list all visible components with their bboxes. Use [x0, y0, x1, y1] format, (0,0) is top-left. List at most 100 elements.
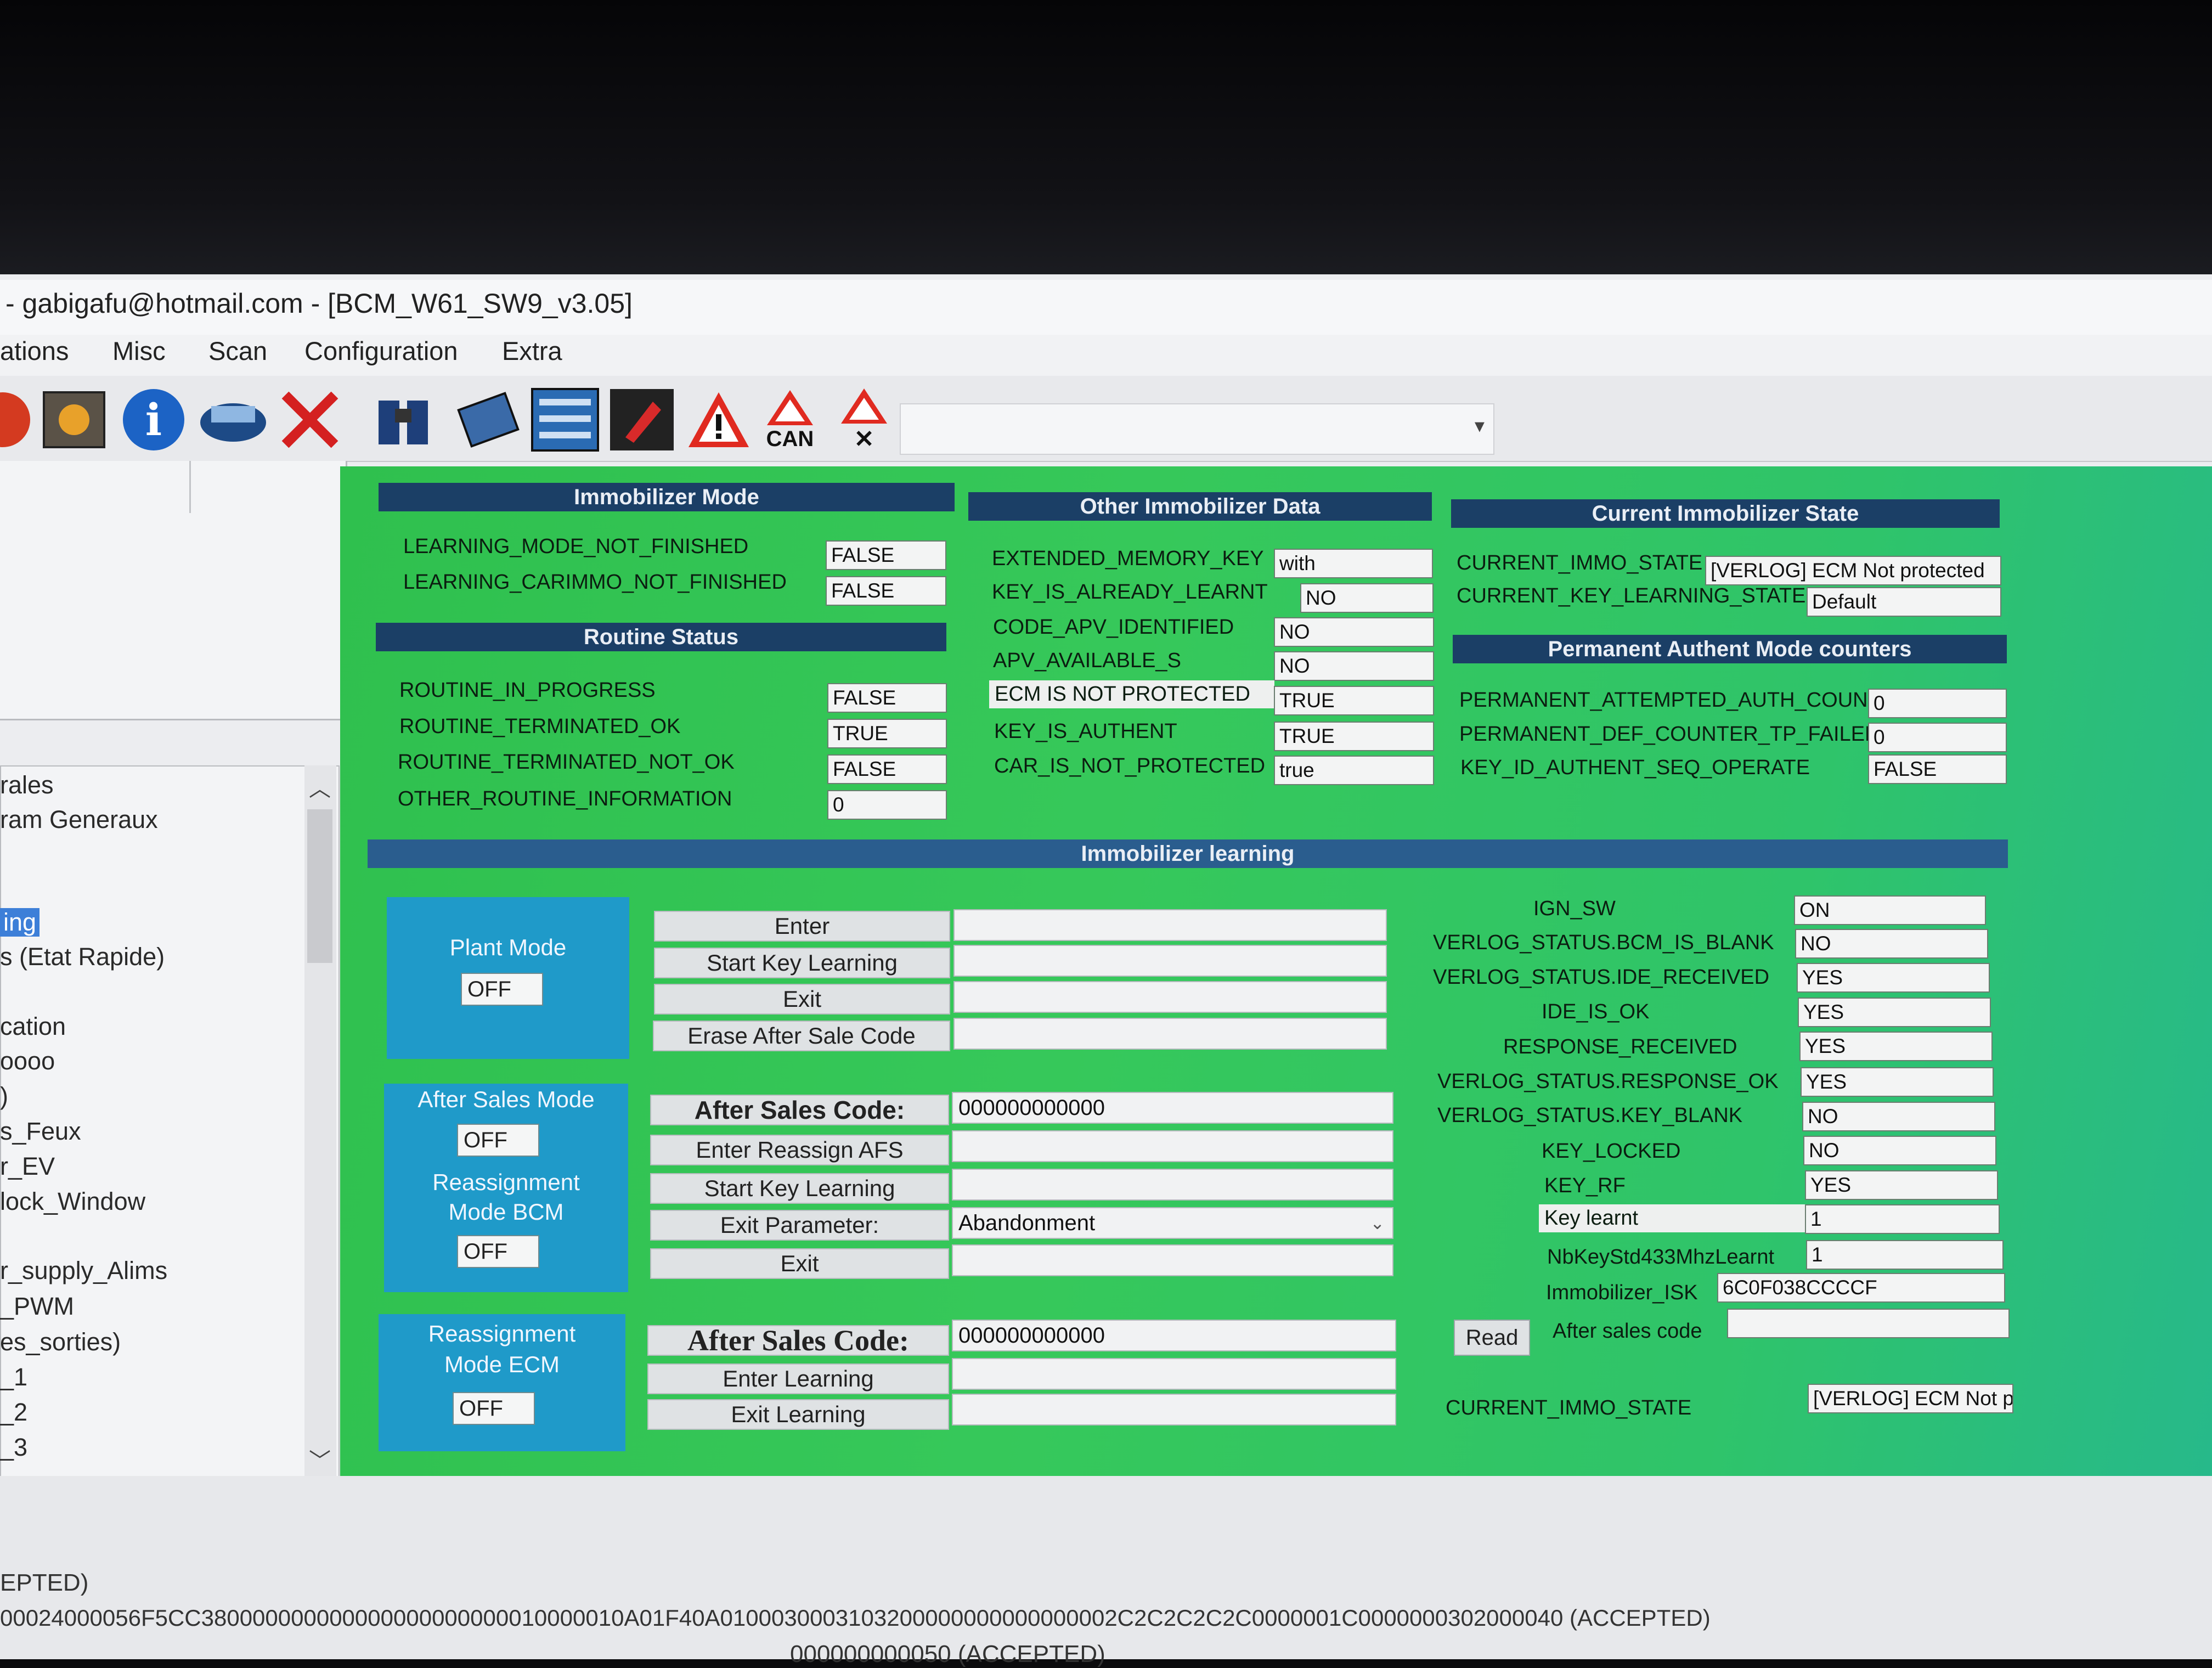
- current-immo-state-value: [VERLOG] ECM Not protected: [1705, 556, 2001, 585]
- plant-field-1: [953, 909, 1387, 941]
- exit-parameter-label: Exit Parameter:: [650, 1210, 949, 1241]
- sidebar-item[interactable]: oooo: [0, 1047, 55, 1075]
- menu-operations[interactable]: ations: [0, 336, 69, 366]
- menu-configuration[interactable]: Configuration: [304, 336, 458, 366]
- sidebar-item[interactable]: cation: [0, 1012, 66, 1041]
- other-immobilizer-header: Other Immobilizer Data: [968, 492, 1432, 521]
- menu-misc[interactable]: Misc: [112, 336, 166, 366]
- after-sales-mode-box: After Sales Mode OFF Reassignment Mode B…: [384, 1084, 628, 1292]
- enter-reassign-afs-button[interactable]: Enter Reassign AFS: [650, 1135, 949, 1165]
- key-locked-value: NO: [1803, 1136, 1996, 1165]
- binoculars-icon[interactable]: [368, 384, 439, 455]
- toolbar-combobox[interactable]: ▾: [900, 403, 1494, 455]
- sidebar-item[interactable]: r_EV: [0, 1152, 55, 1181]
- warning-icon[interactable]: [683, 384, 754, 455]
- sidebar-item[interactable]: s (Etat Rapide): [0, 943, 165, 971]
- monitor-bezel: [0, 0, 2212, 285]
- sidebar-item[interactable]: _1: [0, 1363, 27, 1391]
- permanent-attempted-auth-value: 0: [1868, 689, 2007, 718]
- erase-after-sale-code-button[interactable]: Erase After Sale Code: [653, 1021, 950, 1051]
- key-id-authent-label: KEY_ID_AUTHENT_SEQ_OPERATE: [1460, 756, 1810, 779]
- sidebar-item[interactable]: _2: [0, 1398, 27, 1427]
- routine-terminated-not-ok-value: FALSE: [827, 754, 947, 784]
- after-sales-code-read-label: After sales code: [1553, 1320, 1702, 1343]
- ecm-after-sales-code-input[interactable]: 000000000000: [952, 1320, 1396, 1351]
- menu-scan[interactable]: Scan: [208, 336, 267, 366]
- sidebar-item[interactable]: r_supply_Alims: [0, 1256, 167, 1285]
- enter-learning-button[interactable]: Enter Learning: [647, 1363, 949, 1394]
- ide-received-label: VERLOG_STATUS.IDE_RECEIVED: [1433, 966, 1770, 989]
- current-immo-state-bottom-label: CURRENT_IMMO_STATE: [1446, 1396, 1692, 1419]
- car-not-protected-value: true: [1274, 756, 1434, 785]
- immobilizer-isk-value: 6C0F038CCCCF: [1717, 1273, 2005, 1303]
- log-line: 000000000050 (ACCEPTED): [790, 1641, 1105, 1667]
- reassignment-ecm-title: Reassignment Mode ECM: [428, 1321, 576, 1377]
- scroll-up-icon[interactable]: ︿: [309, 771, 331, 803]
- bcm-is-blank-label: VERLOG_STATUS.BCM_IS_BLANK: [1433, 931, 1774, 954]
- afs-field-3: [952, 1169, 1393, 1201]
- afs-exit-button[interactable]: Exit: [650, 1248, 949, 1279]
- current-immo-state-bottom-value: [VERLOG] ECM Not pr: [1808, 1384, 2013, 1413]
- afs-field-2: [952, 1130, 1393, 1162]
- start-key-learning-button[interactable]: Start Key Learning: [654, 948, 950, 978]
- current-key-learning-value: Default: [1807, 587, 2001, 617]
- reassignment-bcm-state[interactable]: OFF: [457, 1235, 539, 1268]
- response-received-label: RESPONSE_RECEIVED: [1503, 1035, 1737, 1058]
- ecm-field-2: [952, 1358, 1396, 1390]
- plant-field-3: [953, 981, 1387, 1013]
- after-sales-code-input[interactable]: 000000000000: [952, 1092, 1393, 1124]
- log-panel: [0, 1476, 2212, 1659]
- sidebar-item[interactable]: ram Generaux: [0, 805, 158, 834]
- after-sales-mode-state[interactable]: OFF: [457, 1124, 539, 1157]
- sidebar-scroll-thumb[interactable]: [307, 809, 332, 963]
- sidebar-item[interactable]: _PWM: [0, 1292, 74, 1321]
- key-learnt-value: 1: [1805, 1204, 2000, 1234]
- stop-icon[interactable]: [0, 384, 38, 455]
- sidebar-item-selected[interactable]: ing: [0, 908, 40, 937]
- key-is-authent-label: KEY_IS_AUTHENT: [994, 720, 1177, 743]
- apv-available-value: NO: [1274, 651, 1434, 681]
- flash-icon[interactable]: [606, 384, 678, 455]
- exit-learning-button[interactable]: Exit Learning: [647, 1399, 949, 1430]
- sidebar-item[interactable]: ): [0, 1082, 8, 1111]
- exit-parameter-select[interactable]: Abandonment ⌄: [952, 1207, 1393, 1239]
- menu-extra[interactable]: Extra: [502, 336, 562, 366]
- code-apv-identified-label: CODE_APV_IDENTIFIED: [993, 616, 1234, 639]
- afs-field-5: [952, 1244, 1393, 1276]
- sidebar-item[interactable]: rales: [0, 771, 54, 799]
- sidebar-item[interactable]: _3: [0, 1433, 27, 1462]
- plant-mode-state[interactable]: OFF: [461, 973, 543, 1006]
- car-not-protected-label: CAR_IS_NOT_PROTECTED: [994, 754, 1266, 777]
- ecm-after-sales-code-label: After Sales Code:: [647, 1324, 949, 1357]
- window-title: - gabigafu@hotmail.com - [BCM_W61_SW9_v3…: [5, 288, 633, 319]
- chip-icon[interactable]: [453, 384, 524, 455]
- ecu-icon[interactable]: [529, 384, 601, 455]
- sidebar-item[interactable]: es_sorties): [0, 1328, 121, 1356]
- exit-button[interactable]: Exit: [654, 984, 950, 1015]
- sidebar-item[interactable]: lock_Window: [0, 1187, 145, 1216]
- immobilizer-isk-label: Immobilizer_ISK: [1546, 1281, 1698, 1304]
- enter-button[interactable]: Enter: [654, 911, 950, 942]
- car-icon[interactable]: [198, 384, 269, 455]
- read-button[interactable]: Read: [1454, 1320, 1530, 1356]
- close-icon[interactable]: [274, 384, 346, 455]
- engine-icon[interactable]: [38, 384, 110, 455]
- can-warning-icon[interactable]: CAN: [754, 384, 826, 455]
- sidebar-upper-panel: [0, 461, 347, 720]
- plant-field-4: [953, 1018, 1387, 1050]
- clear-warning-icon[interactable]: ✕: [828, 384, 900, 455]
- reassignment-bcm-title: Reassignment Mode BCM: [432, 1169, 580, 1225]
- ecm-not-protected-value: TRUE: [1274, 686, 1434, 715]
- reassignment-ecm-state[interactable]: OFF: [453, 1392, 535, 1425]
- response-received-value: YES: [1799, 1032, 1993, 1061]
- nbkey-label: NbKeyStd433MhzLearnt: [1547, 1246, 1775, 1269]
- info-icon[interactable]: i: [118, 384, 189, 455]
- scroll-down-icon[interactable]: ﹀: [309, 1443, 331, 1475]
- key-blank-label: VERLOG_STATUS.KEY_BLANK: [1437, 1104, 1743, 1127]
- current-immobilizer-header: Current Immobilizer State: [1451, 499, 2000, 528]
- routine-terminated-ok-value: TRUE: [827, 719, 947, 748]
- afs-start-key-learning-button[interactable]: Start Key Learning: [650, 1173, 949, 1204]
- key-locked-label: KEY_LOCKED: [1542, 1140, 1681, 1163]
- sidebar-item[interactable]: s_Feux: [0, 1117, 81, 1146]
- exit-parameter-value: Abandonment: [958, 1210, 1096, 1235]
